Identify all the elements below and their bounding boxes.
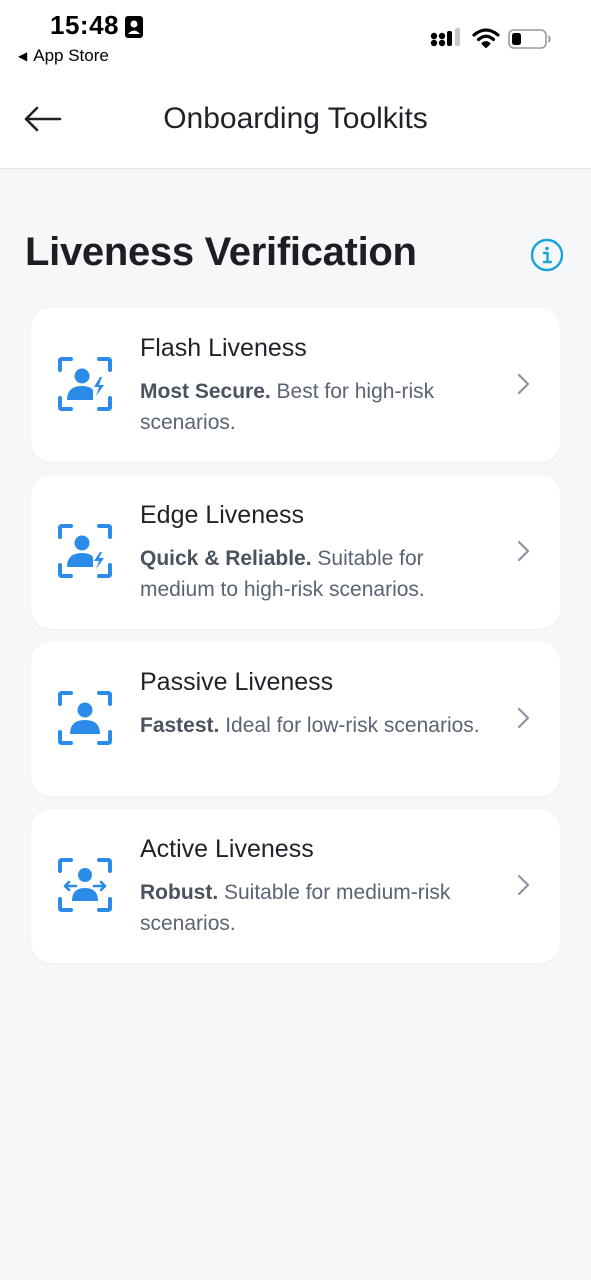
back-to-app-store[interactable]: ◀ App Store xyxy=(18,46,109,66)
info-icon[interactable] xyxy=(530,238,564,272)
chevron-right-icon xyxy=(517,373,530,395)
back-app-label: App Store xyxy=(33,46,109,65)
back-triangle-icon: ◀ xyxy=(18,49,28,63)
status-time: 15:48 xyxy=(50,10,119,40)
card-title: Edge Liveness xyxy=(140,501,305,529)
card-description: Fastest. Ideal for low-risk scenarios. xyxy=(140,710,500,741)
wifi-icon xyxy=(472,28,500,48)
cellular-signal-icon xyxy=(430,28,460,47)
face-scan-lightning-icon xyxy=(58,357,112,411)
card-description: Most Secure. Best for high-risk scenario… xyxy=(140,376,500,438)
card-description: Quick & Reliable. Suitable for medium to… xyxy=(140,543,500,605)
card-desc-text: Ideal for low-risk scenarios. xyxy=(219,714,480,737)
contact-card-icon xyxy=(125,16,143,38)
card-active-liveness[interactable]: Active Liveness Robust. Suitable for med… xyxy=(31,809,560,963)
nav-header: Onboarding Toolkits xyxy=(0,78,591,169)
chevron-right-icon xyxy=(517,707,530,729)
battery-icon xyxy=(508,29,551,49)
card-title: Active Liveness xyxy=(140,835,314,863)
chevron-right-icon xyxy=(517,874,530,896)
card-desc-highlight: Robust. xyxy=(140,881,219,904)
section-title: Liveness Verification xyxy=(25,230,417,274)
card-description: Robust. Suitable for medium-risk scenari… xyxy=(140,877,500,939)
card-passive-liveness[interactable]: Passive Liveness Fastest. Ideal for low-… xyxy=(31,642,560,796)
card-title: Passive Liveness xyxy=(140,668,334,696)
face-scan-lightning-icon xyxy=(58,524,112,578)
card-desc-highlight: Most Secure. xyxy=(140,380,271,403)
face-scan-icon xyxy=(58,691,112,745)
card-edge-liveness[interactable]: Edge Liveness Quick & Reliable. Suitable… xyxy=(31,475,560,629)
card-desc-highlight: Quick & Reliable. xyxy=(140,547,312,570)
face-scan-arrows-icon xyxy=(58,858,112,912)
card-flash-liveness[interactable]: Flash Liveness Most Secure. Best for hig… xyxy=(31,308,560,462)
chevron-right-icon xyxy=(517,540,530,562)
page-title: Onboarding Toolkits xyxy=(163,102,428,135)
card-desc-highlight: Fastest. xyxy=(140,714,220,737)
card-title: Flash Liveness xyxy=(140,334,307,362)
status-bar: 15:48 ◀ App Store xyxy=(0,0,591,78)
